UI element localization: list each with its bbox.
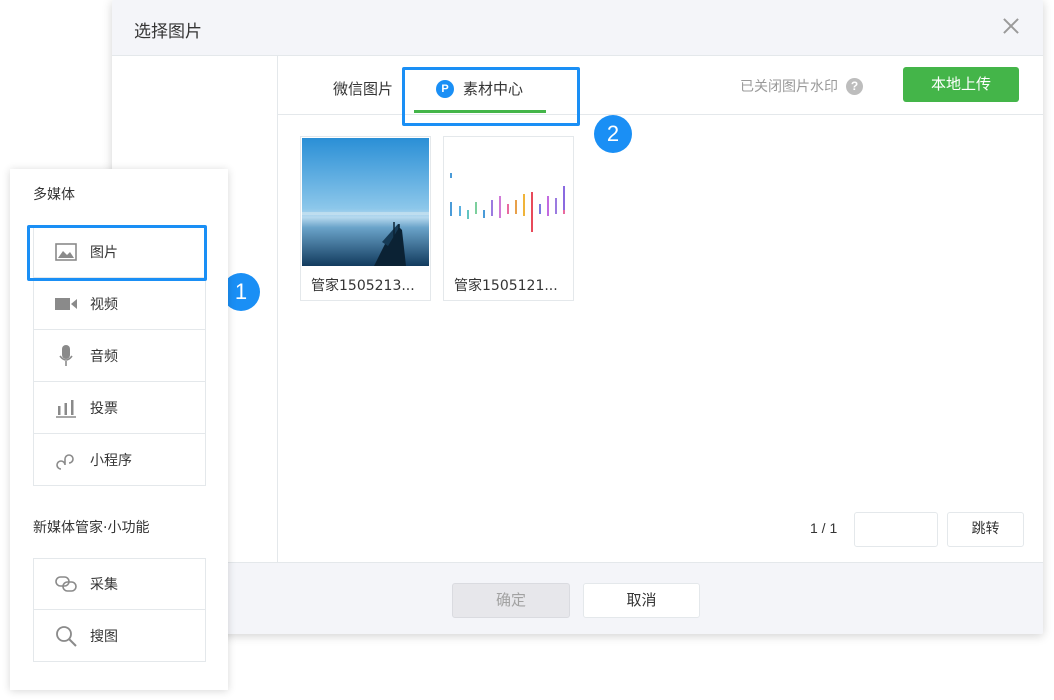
tab-wechat-images[interactable]: 微信图片 [333, 78, 393, 99]
collect-link-icon [54, 572, 78, 596]
image-card[interactable]: 管家1505121... [443, 136, 574, 301]
tools-menu: 采集 搜图 [33, 558, 206, 662]
multimedia-section-title: 多媒体 [33, 187, 75, 203]
image-name: 管家1505121... [454, 278, 558, 294]
menu-item-label: 视频 [90, 296, 118, 313]
menu-item-mini-program[interactable]: 小程序 [33, 434, 206, 486]
close-icon[interactable] [999, 14, 1023, 38]
confirm-button[interactable]: 确定 [452, 583, 570, 618]
dialog-footer: 确定 取消 [112, 562, 1043, 634]
select-image-dialog: 选择图片 微信图片 P 素材中心 已关闭图片水印 ? 本地上传 管家150521… [112, 0, 1043, 634]
menu-item-search-image[interactable]: 搜图 [33, 610, 206, 662]
menu-item-vote[interactable]: 投票 [33, 382, 206, 434]
menu-item-label: 投票 [90, 400, 118, 417]
tab-highlight-box [402, 67, 580, 126]
search-icon [54, 624, 78, 648]
tools-section-title: 新媒体管家·小功能 [33, 520, 150, 536]
menu-item-label: 搜图 [90, 628, 118, 645]
watermark-text: 已关闭图片水印 [740, 79, 838, 95]
image-thumbnail-sea-pier [302, 138, 429, 266]
menu-highlight-box [27, 225, 207, 281]
cancel-button[interactable]: 取消 [583, 583, 700, 618]
menu-item-label: 采集 [90, 577, 118, 593]
image-thumbnail-color-bars [445, 138, 572, 266]
help-icon[interactable]: ? [846, 77, 863, 95]
mini-program-icon [54, 448, 78, 472]
video-camera-icon [54, 292, 78, 316]
page-jump-input[interactable] [854, 512, 938, 547]
page-indicator: 1 / 1 [810, 520, 838, 536]
image-card[interactable]: 管家1505213... [300, 136, 431, 301]
media-panel: 多媒体 图片 视频 音频 投票 小程序 新媒体管家·小功能 采集 搜图 [10, 169, 228, 690]
menu-item-label: 小程序 [90, 452, 132, 469]
dialog-header: 选择图片 [112, 0, 1043, 56]
bar-chart-icon [54, 396, 78, 420]
local-upload-button[interactable]: 本地上传 [903, 67, 1019, 102]
step-badge-2: 2 [594, 115, 632, 153]
menu-item-video[interactable]: 视频 [33, 278, 206, 330]
dialog-title: 选择图片 [134, 22, 202, 42]
menu-item-label: 音频 [90, 348, 118, 365]
watermark-status: 已关闭图片水印 ? [740, 76, 863, 96]
menu-item-collect[interactable]: 采集 [33, 558, 206, 610]
image-name: 管家1505213... [311, 278, 415, 294]
tab-bar: 微信图片 P 素材中心 已关闭图片水印 ? 本地上传 [278, 56, 1043, 126]
menu-item-audio[interactable]: 音频 [33, 330, 206, 382]
microphone-icon [54, 344, 78, 368]
jump-button[interactable]: 跳转 [947, 512, 1024, 547]
